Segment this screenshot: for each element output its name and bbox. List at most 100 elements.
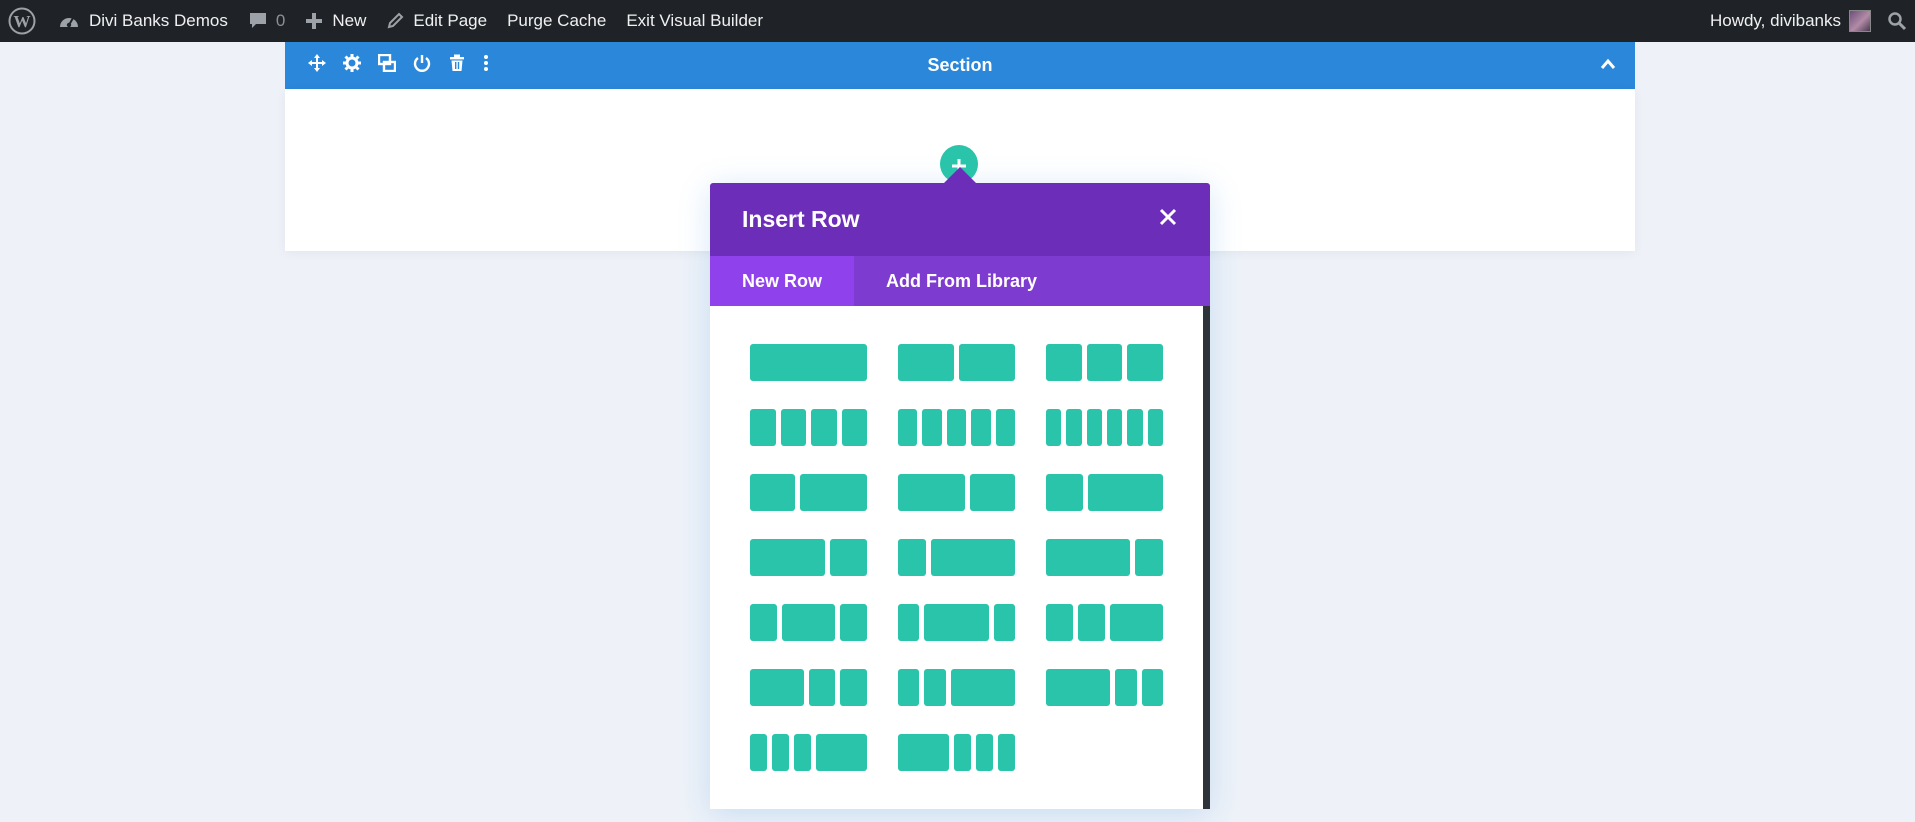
row-layout-option[interactable] xyxy=(750,669,867,706)
row-layout-column xyxy=(954,734,971,771)
gear-icon xyxy=(342,54,361,77)
tab-new-row[interactable]: New Row xyxy=(710,256,855,306)
row-layout-option[interactable] xyxy=(898,409,1015,446)
row-layout-column xyxy=(898,734,949,771)
row-layout-column xyxy=(1088,474,1163,511)
row-layout-option[interactable] xyxy=(898,669,1015,706)
row-layout-column xyxy=(1046,474,1084,511)
exit-visual-builder-link[interactable]: Exit Visual Builder xyxy=(616,0,773,42)
row-layout-column xyxy=(898,669,920,706)
row-layout-option[interactable] xyxy=(898,474,1015,511)
row-layout-column xyxy=(898,474,966,511)
collapse-section-button[interactable] xyxy=(1593,42,1623,89)
comments-link[interactable]: 0 xyxy=(238,0,295,42)
comments-count: 0 xyxy=(275,11,286,30)
row-layout-column xyxy=(1046,344,1082,381)
row-layout-column xyxy=(808,669,836,706)
row-layout-column xyxy=(1046,669,1111,706)
dashboard-icon xyxy=(58,12,80,30)
row-layout-option[interactable] xyxy=(898,344,1015,381)
modal-header: Insert Row xyxy=(710,183,1210,256)
row-layout-option[interactable] xyxy=(750,604,867,641)
row-layout-option[interactable] xyxy=(898,734,1015,771)
pencil-icon xyxy=(386,12,404,30)
row-layout-column xyxy=(1077,604,1105,641)
row-layout-option[interactable] xyxy=(750,734,867,771)
row-layout-column xyxy=(840,669,867,706)
new-content-link[interactable]: New xyxy=(295,0,376,42)
row-layout-column xyxy=(750,604,777,641)
row-layout-column xyxy=(1109,604,1163,641)
row-layout-column xyxy=(1066,409,1082,446)
site-name-link[interactable]: Divi Banks Demos xyxy=(48,0,238,42)
wordpress-icon: W xyxy=(8,7,36,35)
row-layout-column xyxy=(1046,604,1073,641)
row-layout-column xyxy=(811,409,837,446)
row-layout-option[interactable] xyxy=(1046,604,1163,641)
row-layout-column xyxy=(1086,344,1123,381)
row-layout-option[interactable] xyxy=(1046,474,1163,511)
row-layout-column xyxy=(1127,344,1163,381)
close-icon xyxy=(1159,208,1177,231)
move-icon xyxy=(307,54,326,77)
row-layout-option[interactable] xyxy=(898,604,1015,641)
row-layout-column xyxy=(1141,669,1163,706)
row-layout-column xyxy=(840,604,867,641)
row-layout-option[interactable] xyxy=(1046,669,1163,706)
row-layout-column xyxy=(976,734,993,771)
toggle-section-button[interactable] xyxy=(404,42,439,89)
row-layout-column xyxy=(799,474,867,511)
row-layout-option[interactable] xyxy=(750,474,867,511)
edit-page-link[interactable]: Edit Page xyxy=(376,0,497,42)
row-layout-column xyxy=(898,344,954,381)
comment-icon xyxy=(248,11,268,31)
delete-section-button[interactable] xyxy=(439,42,474,89)
admin-search-button[interactable] xyxy=(1881,0,1915,42)
row-layout-option[interactable] xyxy=(750,344,867,381)
row-layout-column xyxy=(750,409,776,446)
more-icon xyxy=(483,54,489,77)
chevron-up-icon xyxy=(1600,57,1616,75)
row-layout-column xyxy=(1046,539,1130,576)
row-layout-column xyxy=(780,409,806,446)
tab-add-from-library[interactable]: Add From Library xyxy=(854,256,1069,306)
row-layout-column xyxy=(829,539,867,576)
row-layout-column xyxy=(1086,409,1102,446)
row-layout-column xyxy=(922,409,942,446)
new-label: New xyxy=(332,11,367,30)
row-layout-column xyxy=(1147,409,1163,446)
row-layout-option[interactable] xyxy=(750,539,867,576)
row-layout-option[interactable] xyxy=(1046,409,1163,446)
row-layout-column xyxy=(931,539,1015,576)
wordpress-logo-button[interactable]: W xyxy=(0,0,48,42)
close-modal-button[interactable] xyxy=(1156,207,1180,231)
modal-title: Insert Row xyxy=(742,206,860,232)
row-layout-column xyxy=(750,474,795,511)
row-layout-column xyxy=(1106,409,1123,446)
exit-visual-builder-label: Exit Visual Builder xyxy=(626,11,764,30)
row-layout-option[interactable] xyxy=(1046,344,1163,381)
plus-icon xyxy=(305,12,323,30)
row-layout-column xyxy=(750,734,767,771)
scrollbar[interactable] xyxy=(1203,306,1210,809)
avatar xyxy=(1849,10,1871,32)
row-layout-option[interactable] xyxy=(750,409,867,446)
admin-bar: W Divi Banks Demos 0 New Edit Page Purge… xyxy=(0,0,1915,42)
row-layout-column xyxy=(1115,669,1137,706)
greeting-text: Howdy, divibanks xyxy=(1709,11,1841,30)
row-layout-option[interactable] xyxy=(898,539,1015,576)
row-layout-column xyxy=(950,669,1015,706)
purge-cache-link[interactable]: Purge Cache xyxy=(497,0,616,42)
row-layout-column xyxy=(898,604,920,641)
row-layout-column xyxy=(750,539,825,576)
user-account-menu[interactable]: Howdy, divibanks xyxy=(1700,0,1881,42)
move-section-button[interactable] xyxy=(299,42,334,89)
row-layout-column xyxy=(1046,409,1062,446)
row-layout-column xyxy=(750,344,867,381)
trash-icon xyxy=(448,54,466,77)
duplicate-section-button[interactable] xyxy=(369,42,404,89)
more-options-button[interactable] xyxy=(474,42,498,89)
row-layout-column xyxy=(959,344,1015,381)
section-settings-button[interactable] xyxy=(334,42,369,89)
row-layout-option[interactable] xyxy=(1046,539,1163,576)
